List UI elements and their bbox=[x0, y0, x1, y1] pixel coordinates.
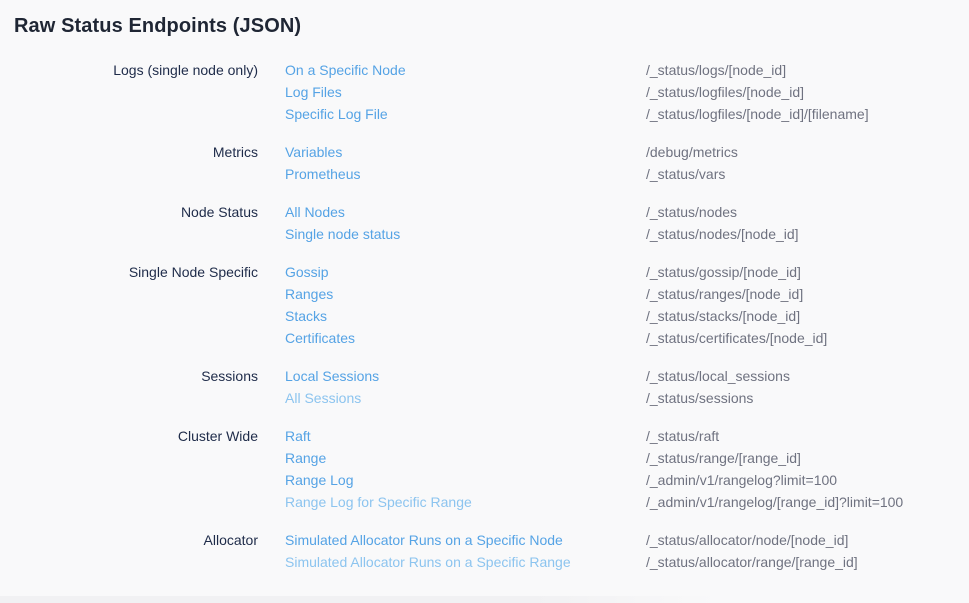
endpoint-row: Range Log/_admin/v1/rangelog?limit=100 bbox=[285, 469, 969, 491]
endpoint-row: Stacks/_status/stacks/[node_id] bbox=[285, 305, 969, 327]
endpoint-row: Range Log for Specific Range/_admin/v1/r… bbox=[285, 491, 969, 513]
endpoint-link[interactable]: Range Log for Specific Range bbox=[285, 491, 646, 513]
group-label: Single Node Specific bbox=[0, 261, 258, 283]
endpoint-path: /_status/sessions bbox=[646, 387, 753, 409]
group-rows: Variables/debug/metricsPrometheus/_statu… bbox=[285, 141, 969, 185]
endpoint-link[interactable]: Local Sessions bbox=[285, 365, 646, 387]
endpoint-link[interactable]: All Sessions bbox=[285, 387, 646, 409]
page-title: Raw Status Endpoints (JSON) bbox=[14, 13, 969, 39]
endpoint-link[interactable]: Simulated Allocator Runs on a Specific N… bbox=[285, 529, 646, 551]
endpoint-link[interactable]: On a Specific Node bbox=[285, 59, 646, 81]
endpoint-link[interactable]: Log Files bbox=[285, 81, 646, 103]
endpoint-row: Range/_status/range/[range_id] bbox=[285, 447, 969, 469]
endpoint-link[interactable]: Stacks bbox=[285, 305, 646, 327]
endpoint-path: /_status/logfiles/[node_id]/[filename] bbox=[646, 103, 869, 125]
endpoint-path: /_admin/v1/rangelog?limit=100 bbox=[646, 469, 837, 491]
endpoint-link[interactable]: Raft bbox=[285, 425, 646, 447]
endpoint-row: Simulated Allocator Runs on a Specific N… bbox=[285, 529, 969, 551]
endpoint-group: Sessions Local Sessions/_status/local_ses… bbox=[0, 365, 969, 409]
group-rows: On a Specific Node/_status/logs/[node_id… bbox=[285, 59, 969, 125]
endpoint-row: Specific Log File/_status/logfiles/[node… bbox=[285, 103, 969, 125]
endpoint-row: On a Specific Node/_status/logs/[node_id… bbox=[285, 59, 969, 81]
endpoint-group: Node Status All Nodes/_status/nodesSingle… bbox=[0, 201, 969, 245]
endpoint-row: Raft/_status/raft bbox=[285, 425, 969, 447]
group-rows: All Nodes/_status/nodesSingle node statu… bbox=[285, 201, 969, 245]
endpoint-path: /_status/logs/[node_id] bbox=[646, 59, 786, 81]
endpoint-group: Logs (single node only) On a Specific Nod… bbox=[0, 59, 969, 125]
group-rows: Local Sessions/_status/local_sessionsAll… bbox=[285, 365, 969, 409]
endpoint-path: /_status/nodes/[node_id] bbox=[646, 223, 799, 245]
endpoint-path: /_status/gossip/[node_id] bbox=[646, 261, 801, 283]
endpoint-row: Ranges/_status/ranges/[node_id] bbox=[285, 283, 969, 305]
endpoint-path: /_status/stacks/[node_id] bbox=[646, 305, 800, 327]
endpoint-path: /debug/metrics bbox=[646, 141, 738, 163]
footer-band bbox=[0, 596, 969, 603]
endpoint-link[interactable]: Simulated Allocator Runs on a Specific R… bbox=[285, 551, 646, 573]
endpoint-link[interactable]: Range Log bbox=[285, 469, 646, 491]
endpoint-path: /_status/logfiles/[node_id] bbox=[646, 81, 804, 103]
endpoint-row: Log Files/_status/logfiles/[node_id] bbox=[285, 81, 969, 103]
endpoint-group: Single Node Specific Gossip/_status/gossi… bbox=[0, 261, 969, 349]
endpoint-path: /_status/allocator/range/[range_id] bbox=[646, 551, 858, 573]
endpoint-link[interactable]: Certificates bbox=[285, 327, 646, 349]
endpoint-path: /_status/local_sessions bbox=[646, 365, 790, 387]
endpoint-path: /_status/ranges/[node_id] bbox=[646, 283, 803, 305]
group-label: Allocator bbox=[0, 529, 258, 551]
group-label: Node Status bbox=[0, 201, 258, 223]
endpoint-group: Metrics Variables/debug/metricsPrometheus… bbox=[0, 141, 969, 185]
endpoint-path: /_status/range/[range_id] bbox=[646, 447, 801, 469]
group-rows: Raft/_status/raftRange/_status/range/[ra… bbox=[285, 425, 969, 513]
endpoint-path: /_status/raft bbox=[646, 425, 719, 447]
endpoint-path: /_status/certificates/[node_id] bbox=[646, 327, 827, 349]
endpoint-link[interactable]: Variables bbox=[285, 141, 646, 163]
endpoint-link[interactable]: Gossip bbox=[285, 261, 646, 283]
endpoint-link[interactable]: All Nodes bbox=[285, 201, 646, 223]
endpoint-row: Certificates/_status/certificates/[node_… bbox=[285, 327, 969, 349]
endpoint-row: Local Sessions/_status/local_sessions bbox=[285, 365, 969, 387]
endpoint-row: Variables/debug/metrics bbox=[285, 141, 969, 163]
endpoint-path: /_status/allocator/node/[node_id] bbox=[646, 529, 848, 551]
endpoint-link[interactable]: Prometheus bbox=[285, 163, 646, 185]
endpoint-row: All Sessions/_status/sessions bbox=[285, 387, 969, 409]
endpoint-row: All Nodes/_status/nodes bbox=[285, 201, 969, 223]
endpoint-row: Simulated Allocator Runs on a Specific R… bbox=[285, 551, 969, 573]
endpoint-link[interactable]: Ranges bbox=[285, 283, 646, 305]
group-rows: Simulated Allocator Runs on a Specific N… bbox=[285, 529, 969, 573]
endpoint-group: Allocator Simulated Allocator Runs on a S… bbox=[0, 529, 969, 573]
group-label: Metrics bbox=[0, 141, 258, 163]
endpoint-link[interactable]: Specific Log File bbox=[285, 103, 646, 125]
group-label: Logs (single node only) bbox=[0, 59, 258, 81]
endpoint-path: /_status/nodes bbox=[646, 201, 737, 223]
endpoint-row: Gossip/_status/gossip/[node_id] bbox=[285, 261, 969, 283]
group-label: Cluster Wide bbox=[0, 425, 258, 447]
group-label: Sessions bbox=[0, 365, 258, 387]
endpoint-path: /_admin/v1/rangelog/[range_id]?limit=100 bbox=[646, 491, 903, 513]
endpoint-link[interactable]: Single node status bbox=[285, 223, 646, 245]
endpoint-group: Cluster Wide Raft/_status/raftRange/_stat… bbox=[0, 425, 969, 513]
endpoint-groups: Logs (single node only) On a Specific Nod… bbox=[0, 59, 969, 573]
endpoint-link[interactable]: Range bbox=[285, 447, 646, 469]
endpoint-path: /_status/vars bbox=[646, 163, 725, 185]
endpoint-row: Prometheus/_status/vars bbox=[285, 163, 969, 185]
group-rows: Gossip/_status/gossip/[node_id]Ranges/_s… bbox=[285, 261, 969, 349]
raw-status-endpoints-page: Raw Status Endpoints (JSON) Logs (single… bbox=[0, 13, 969, 573]
endpoint-row: Single node status/_status/nodes/[node_i… bbox=[285, 223, 969, 245]
